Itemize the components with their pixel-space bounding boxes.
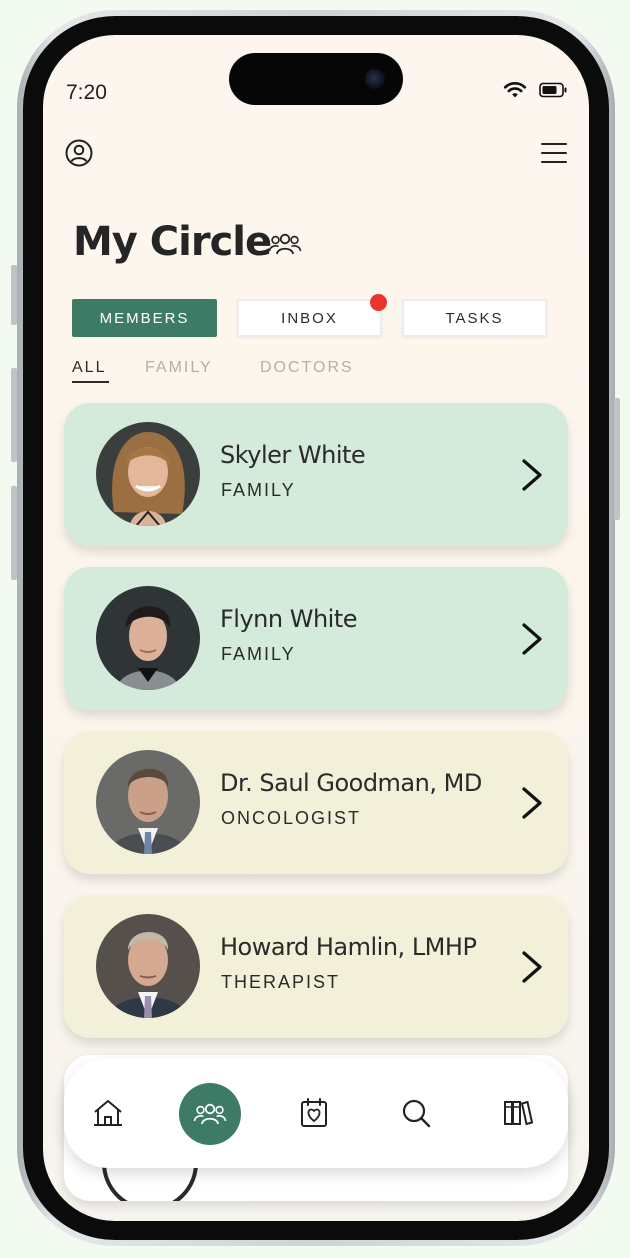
chevron-right-icon[interactable] <box>516 949 546 985</box>
status-time: 7:20 <box>66 81 107 104</box>
user-circle-icon[interactable] <box>65 139 93 167</box>
tab-inbox[interactable]: INBOX <box>237 299 382 337</box>
status-icons <box>503 81 567 99</box>
tab-search[interactable] <box>388 1085 444 1141</box>
tab-tasks-label: TASKS <box>445 309 504 327</box>
search-icon <box>402 1099 431 1128</box>
member-card-flynn[interactable]: Flynn White FAMILY <box>64 567 568 710</box>
member-role: ONCOLOGIST <box>221 808 362 828</box>
page-title: My Circle <box>73 219 272 265</box>
tab-home[interactable] <box>80 1085 136 1141</box>
chevron-right-icon[interactable] <box>516 785 546 821</box>
camera-icon <box>365 69 385 89</box>
battery-icon <box>539 82 567 98</box>
library-books-icon <box>504 1100 533 1126</box>
filter-doctors[interactable]: DOCTORS <box>260 359 354 377</box>
member-name: Skyler White <box>220 441 366 469</box>
tab-circle[interactable] <box>179 1083 241 1145</box>
home-icon <box>94 1100 122 1126</box>
tab-members[interactable]: MEMBERS <box>72 299 217 337</box>
notification-badge <box>370 294 387 311</box>
tab-calendar[interactable] <box>286 1085 342 1141</box>
member-card-howard[interactable]: Howard Hamlin, LMHP THERAPIST <box>64 895 568 1038</box>
member-card-saul[interactable]: Dr. Saul Goodman, MD ONCOLOGIST <box>64 731 568 874</box>
wifi-icon <box>503 82 527 98</box>
avatar <box>96 914 200 1018</box>
filter-family[interactable]: FAMILY <box>145 359 213 377</box>
dynamic-island <box>229 53 403 105</box>
avatar <box>96 422 200 526</box>
action-button <box>11 265 17 325</box>
member-name: Dr. Saul Goodman, MD <box>220 769 482 797</box>
people-group-icon <box>268 233 302 255</box>
tab-members-label: MEMBERS <box>99 309 190 327</box>
hamburger-menu-icon[interactable] <box>541 141 567 165</box>
chevron-right-icon[interactable] <box>516 457 546 493</box>
member-role: THERAPIST <box>221 972 341 992</box>
member-card-skyler[interactable]: Skyler White FAMILY <box>64 403 568 546</box>
member-role: FAMILY <box>221 644 296 664</box>
volume-up-button <box>11 368 17 462</box>
avatar <box>96 586 200 690</box>
tab-tasks[interactable]: TASKS <box>402 299 547 337</box>
tab-library[interactable] <box>490 1085 546 1141</box>
bottom-tab-bar <box>64 1058 568 1168</box>
member-name: Flynn White <box>220 605 358 633</box>
device-stage: 7:20 My Circle MEMBERS INBOX TASKS ALL F… <box>0 0 630 1258</box>
app-screen: 7:20 My Circle MEMBERS INBOX TASKS ALL F… <box>43 35 589 1221</box>
people-group-icon <box>193 1103 227 1125</box>
calendar-heart-icon <box>301 1098 327 1127</box>
volume-down-button <box>11 486 17 580</box>
tab-inbox-label: INBOX <box>281 309 338 327</box>
member-name: Howard Hamlin, LMHP <box>220 933 477 961</box>
filter-all[interactable]: ALL <box>72 359 106 377</box>
avatar <box>96 750 200 854</box>
chevron-right-icon[interactable] <box>516 621 546 657</box>
power-button <box>614 398 620 520</box>
member-role: FAMILY <box>221 480 296 500</box>
filter-active-underline <box>72 381 109 383</box>
